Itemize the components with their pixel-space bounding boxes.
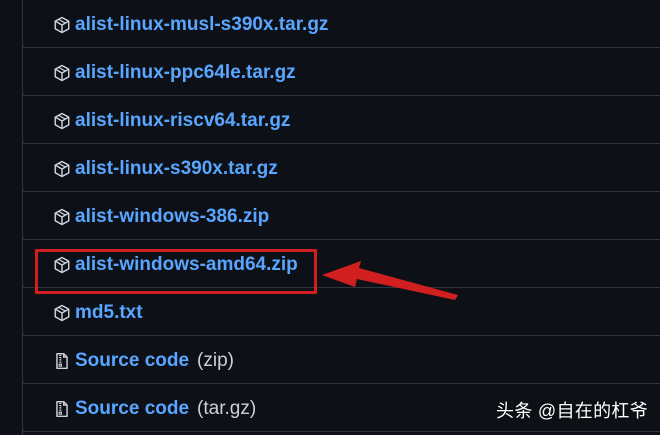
file-zip-icon xyxy=(51,350,73,372)
highlight-box xyxy=(35,249,317,294)
asset-format: (tar.gz) xyxy=(197,398,257,419)
package-icon xyxy=(51,110,73,132)
package-icon xyxy=(51,158,73,180)
asset-link-md5[interactable]: md5.txt xyxy=(51,301,143,325)
asset-row: alist-windows-386.zip xyxy=(23,192,660,240)
asset-name: md5.txt xyxy=(75,302,143,323)
asset-row: alist-linux-s390x.tar.gz xyxy=(23,144,660,192)
release-assets-panel: alist-linux-musl-s390x.tar.gz alist-linu… xyxy=(22,0,660,435)
asset-name: alist-linux-musl-s390x.tar.gz xyxy=(75,14,329,35)
asset-row: Source code (zip) xyxy=(23,336,660,384)
package-icon xyxy=(51,62,73,84)
package-icon xyxy=(51,302,73,324)
asset-link-ppc64le[interactable]: alist-linux-ppc64le.tar.gz xyxy=(51,61,296,85)
asset-name: alist-linux-riscv64.tar.gz xyxy=(75,110,291,131)
asset-row: alist-linux-musl-s390x.tar.gz xyxy=(23,0,660,48)
asset-name: alist-windows-386.zip xyxy=(75,206,270,227)
asset-link-windows-386[interactable]: alist-windows-386.zip xyxy=(51,205,269,229)
asset-name: alist-linux-ppc64le.tar.gz xyxy=(75,62,296,83)
asset-link-riscv64[interactable]: alist-linux-riscv64.tar.gz xyxy=(51,109,290,133)
asset-name: Source code xyxy=(75,398,190,419)
asset-name: alist-linux-s390x.tar.gz xyxy=(75,158,278,179)
asset-row: alist-linux-ppc64le.tar.gz xyxy=(23,48,660,96)
asset-name: Source code xyxy=(75,350,190,371)
package-icon xyxy=(51,14,73,36)
asset-link-source-tar-gz[interactable]: Source code (tar.gz) xyxy=(51,397,256,421)
asset-link-s390x[interactable]: alist-linux-s390x.tar.gz xyxy=(51,157,278,181)
asset-row: md5.txt xyxy=(23,288,660,336)
file-zip-icon xyxy=(51,398,73,420)
asset-link-source-zip[interactable]: Source code (zip) xyxy=(51,349,234,373)
asset-format: (zip) xyxy=(197,350,234,371)
package-icon xyxy=(51,206,73,228)
watermark: 头条 @自在的杠爷 xyxy=(496,401,648,421)
asset-link-musl-s390x[interactable]: alist-linux-musl-s390x.tar.gz xyxy=(51,13,328,37)
asset-row: alist-linux-riscv64.tar.gz xyxy=(23,96,660,144)
